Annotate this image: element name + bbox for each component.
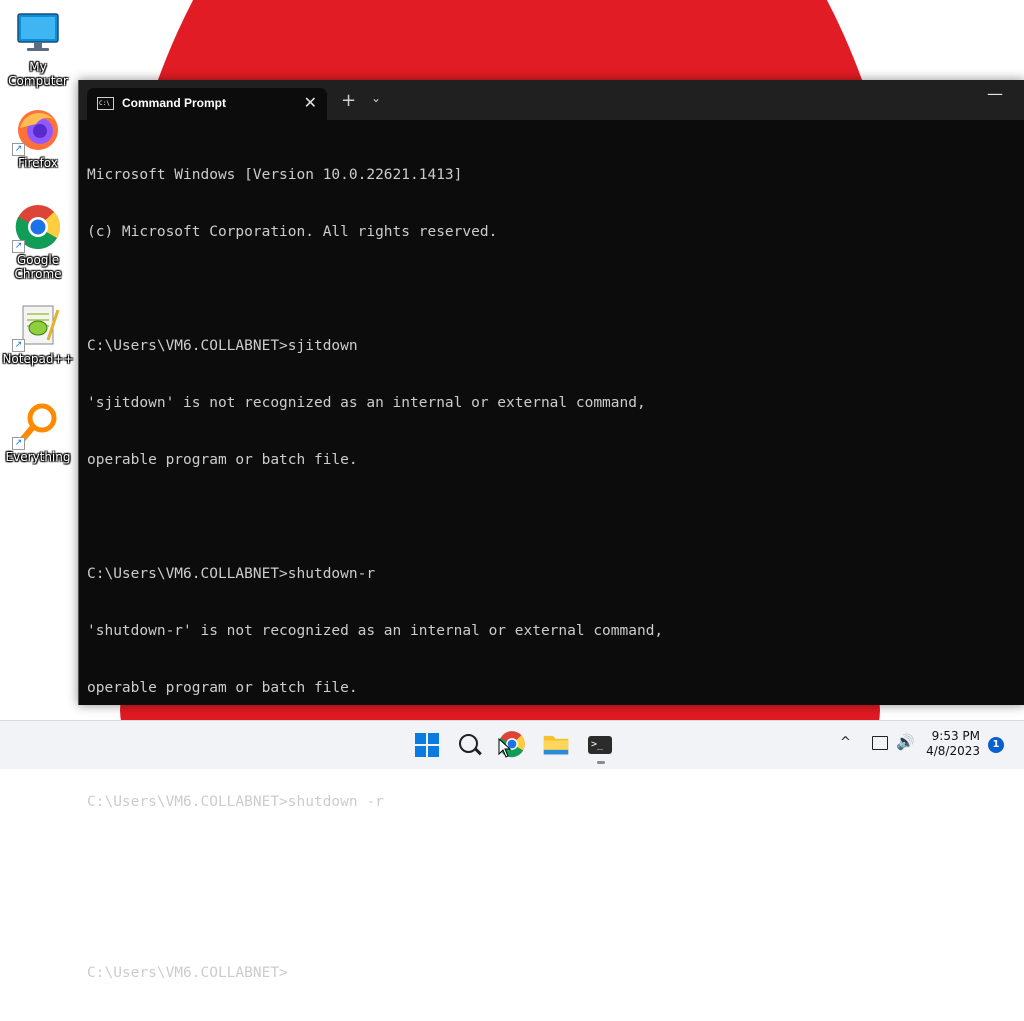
show-hidden-icons-button[interactable]: ^ — [840, 735, 851, 750]
title-bar[interactable]: C:\ Command Prompt ✕ + ⌄ — — [79, 80, 1024, 120]
console-line: 'sjitdown' is not recognized as an inter… — [87, 395, 646, 411]
console-line: 'shutdown-r' is not recognized as an int… — [87, 623, 664, 639]
shortcut-arrow-icon: ↗ — [12, 143, 25, 156]
desktop-icon-label: Notepad++ — [2, 352, 74, 366]
desktop-icon-chrome[interactable]: ↗ Google Chrome — [0, 203, 76, 281]
windows-logo-tile — [415, 746, 426, 757]
cmd-icon: C:\ — [97, 97, 114, 110]
clock-date: 4/8/2023 — [926, 744, 980, 758]
taskbar-terminal-button[interactable]: >_ — [586, 730, 616, 764]
windows-logo-tile — [428, 733, 439, 744]
new-tab-button[interactable]: + — [341, 90, 356, 111]
search-icon-handle — [474, 747, 482, 756]
console-output[interactable]: Microsoft Windows [Version 10.0.22621.14… — [87, 128, 1017, 981]
chrome-icon: ↗ — [12, 203, 62, 253]
mouse-cursor-icon — [498, 738, 512, 758]
shortcut-arrow-icon: ↗ — [12, 437, 25, 450]
desktop-icon-my-computer[interactable]: My Computer — [0, 10, 76, 88]
taskbar: >_ ^ 🔊 9:53 PM 4/8/2023 1 — [0, 720, 1024, 769]
minimize-button[interactable]: — — [987, 84, 1003, 103]
terminal-icon: >_ — [588, 736, 612, 754]
taskbar-file-explorer-button[interactable] — [542, 730, 572, 760]
folder-icon — [543, 735, 569, 755]
console-prompt-line[interactable]: C:\Users\VM6.COLLABNET> — [87, 964, 1017, 983]
desktop-icon-firefox[interactable]: ↗ Firefox — [0, 106, 76, 170]
console-line: Microsoft Windows [Version 10.0.22621.14… — [87, 167, 463, 183]
tab-command-prompt[interactable]: C:\ Command Prompt ✕ — [87, 88, 327, 120]
console-line: C:\Users\VM6.COLLABNET>sjitdown — [87, 338, 358, 354]
console-line: C:\Users\VM6.COLLABNET>shutdown-r — [87, 566, 376, 582]
desktop-icon-notepadpp[interactable]: ↗ Notepad++ — [0, 302, 76, 366]
monitor-icon — [14, 10, 62, 58]
desktop-icon-label: Firefox — [18, 156, 58, 170]
clock[interactable]: 9:53 PM 4/8/2023 — [924, 729, 980, 759]
start-button[interactable] — [412, 730, 448, 766]
tab-title: Command Prompt — [122, 96, 227, 110]
volume-icon[interactable]: 🔊 — [896, 733, 915, 751]
shortcut-arrow-icon: ↗ — [12, 240, 25, 253]
console-line: operable program or batch file. — [87, 680, 358, 696]
search-tool-icon: ↗ — [12, 400, 62, 450]
windows-logo-tile — [428, 746, 439, 757]
desktop-icon-label: Google Chrome — [14, 253, 62, 281]
notepadpp-icon: ↗ — [12, 302, 62, 352]
console-line: operable program or batch file. — [87, 452, 358, 468]
terminal-window[interactable]: C:\ Command Prompt ✕ + ⌄ — Microsoft Win… — [78, 80, 1024, 981]
console-line: C:\Users\VM6.COLLABNET>shutdown -r — [87, 794, 384, 810]
taskbar-search-button[interactable] — [455, 730, 485, 760]
notification-badge[interactable]: 1 — [988, 737, 1004, 753]
desktop-icon-everything[interactable]: ↗ Everything — [0, 400, 76, 464]
network-icon[interactable] — [872, 736, 888, 750]
console-line: (c) Microsoft Corporation. All rights re… — [87, 224, 498, 240]
clock-time: 9:53 PM — [931, 729, 980, 743]
shortcut-arrow-icon: ↗ — [12, 339, 25, 352]
running-indicator — [597, 761, 605, 764]
desktop-icon-label: Everything — [5, 450, 71, 464]
firefox-icon: ↗ — [12, 106, 62, 156]
desktop-icon-label: My Computer — [8, 60, 68, 88]
chevron-down-icon[interactable]: ⌄ — [371, 91, 381, 105]
windows-logo-tile — [415, 733, 426, 744]
close-tab-icon[interactable]: ✕ — [304, 93, 317, 112]
